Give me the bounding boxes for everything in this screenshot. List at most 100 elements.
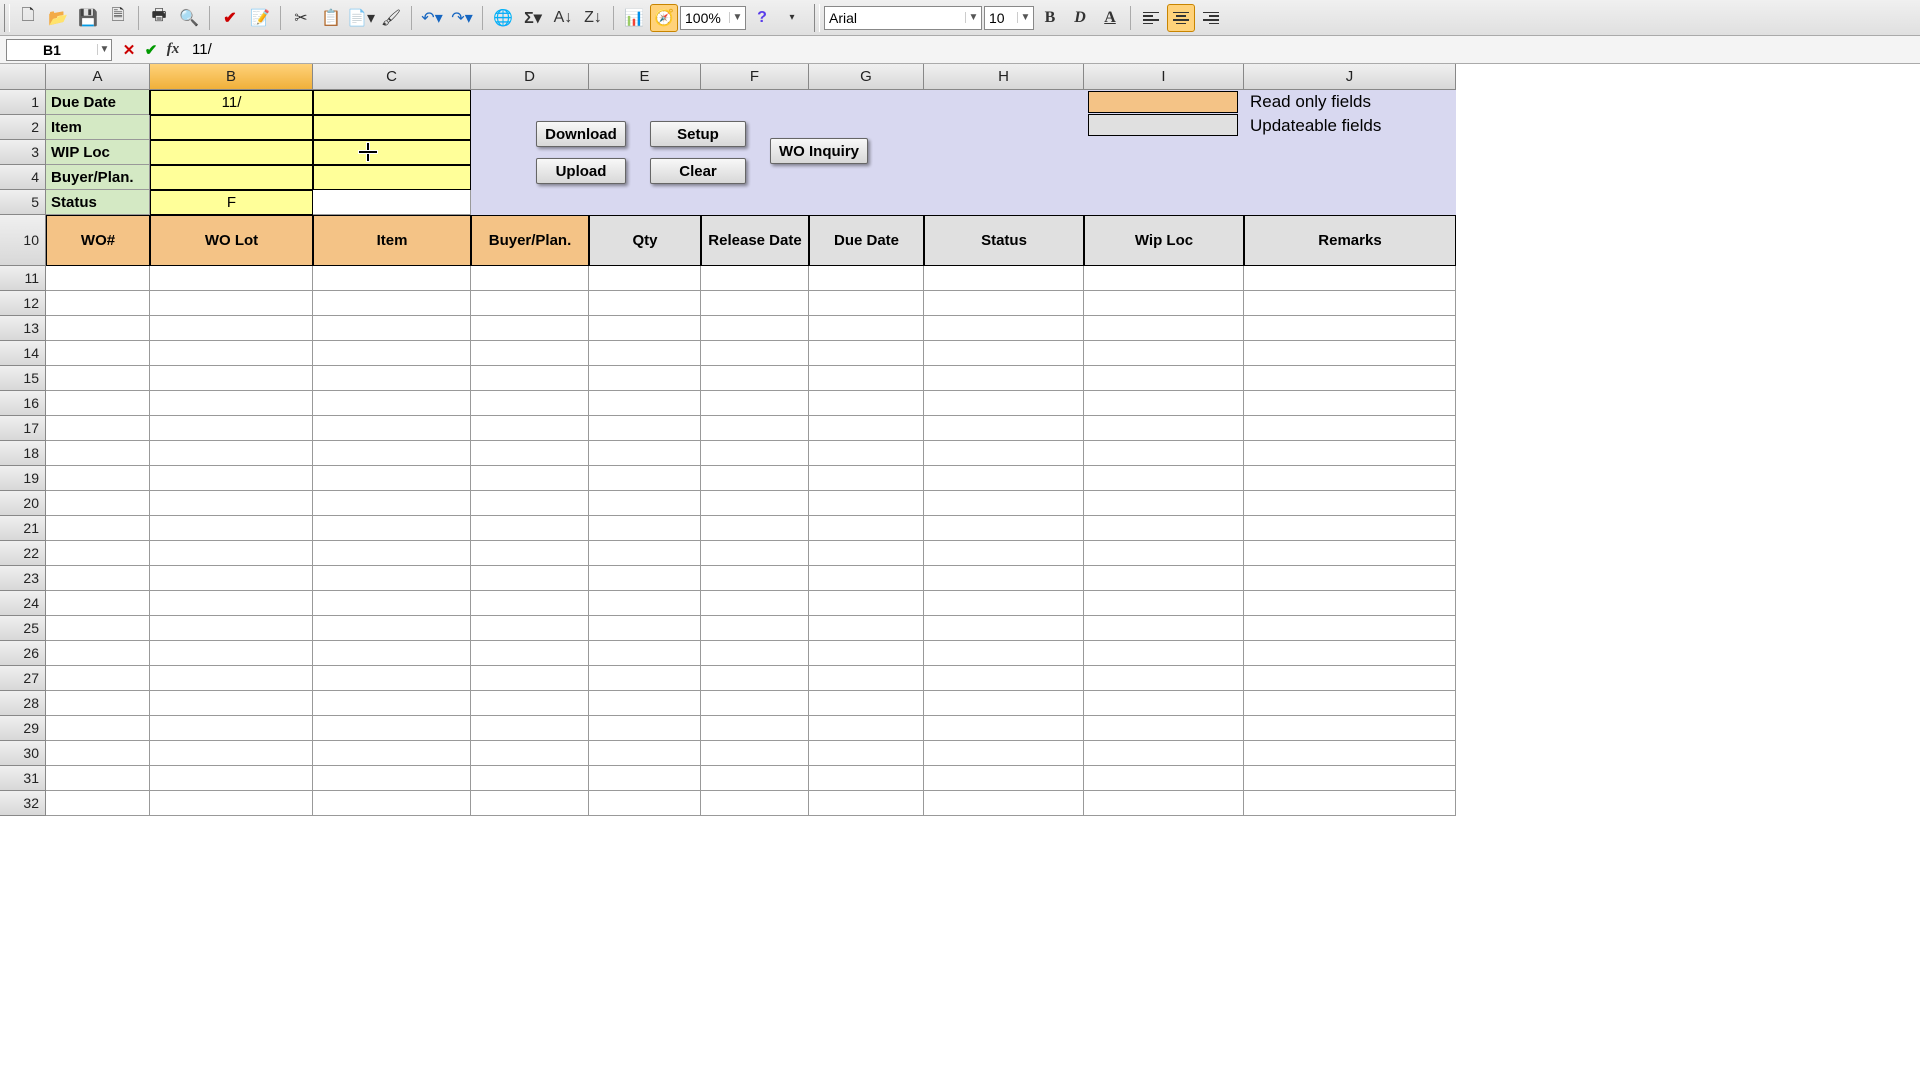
font-name-combo[interactable]: ▼ [824,6,982,30]
cell-B10[interactable]: WO Lot [150,215,313,266]
col-header-A[interactable]: A [46,64,150,90]
navigator-icon[interactable]: 🧭 [650,4,678,32]
cell-J32[interactable] [1244,791,1456,816]
cell-G32[interactable] [809,791,924,816]
row-header[interactable]: 10 [0,215,46,266]
row-header[interactable]: 23 [0,566,46,591]
clear-button[interactable]: Clear [650,158,746,184]
row-header[interactable]: 12 [0,291,46,316]
cell-I17[interactable] [1084,416,1244,441]
cell-C5[interactable] [313,190,471,215]
cell-A26[interactable] [46,641,150,666]
cell-B12[interactable] [150,291,313,316]
cell-A24[interactable] [46,591,150,616]
wo-inquiry-button[interactable]: WO Inquiry [770,138,868,164]
cell-E11[interactable] [589,266,701,291]
cell-G18[interactable] [809,441,924,466]
cell-G14[interactable] [809,341,924,366]
cell-C4[interactable] [313,165,471,190]
cell-I31[interactable] [1084,766,1244,791]
cell-I28[interactable] [1084,691,1244,716]
cell-G24[interactable] [809,591,924,616]
cell-F28[interactable] [701,691,809,716]
sort-asc-icon[interactable]: A↓ [549,4,577,32]
help-icon[interactable]: ? [748,4,776,32]
cell-A5[interactable]: Status [46,190,150,215]
cell-E32[interactable] [589,791,701,816]
cell-H25[interactable] [924,616,1084,641]
cell-B26[interactable] [150,641,313,666]
cell-I20[interactable] [1084,491,1244,516]
cell-E17[interactable] [589,416,701,441]
cell-G11[interactable] [809,266,924,291]
cell-H18[interactable] [924,441,1084,466]
row-header[interactable]: 32 [0,791,46,816]
cell-D10[interactable]: Buyer/Plan. [471,215,589,266]
cell-G22[interactable] [809,541,924,566]
cell-F26[interactable] [701,641,809,666]
cell-A1[interactable]: Due Date [46,90,150,115]
autospell-icon[interactable]: 📝 [246,4,274,32]
name-box-dropdown-icon[interactable]: ▼ [97,44,111,55]
cell-B4[interactable] [150,165,313,190]
cell-C25[interactable] [313,616,471,641]
chart-icon[interactable]: 📊 [620,4,648,32]
cell-H32[interactable] [924,791,1084,816]
cell-H28[interactable] [924,691,1084,716]
row-header[interactable]: 24 [0,591,46,616]
cut-icon[interactable]: ✂ [287,4,315,32]
name-box[interactable]: ▼ [6,39,112,61]
cell-H14[interactable] [924,341,1084,366]
export-pdf-icon[interactable]: 🗎 [104,4,132,32]
font-size-input[interactable] [985,10,1017,26]
print-preview-icon[interactable]: 🔍 [175,4,203,32]
cell-J25[interactable] [1244,616,1456,641]
cell-A30[interactable] [46,741,150,766]
cell-A21[interactable] [46,516,150,541]
cell-I12[interactable] [1084,291,1244,316]
cell-D22[interactable] [471,541,589,566]
setup-button[interactable]: Setup [650,121,746,147]
cell-B1[interactable]: 11/ [150,90,313,115]
cell-D28[interactable] [471,691,589,716]
cell-E10[interactable]: Qty [589,215,701,266]
cell-E21[interactable] [589,516,701,541]
cell-I11[interactable] [1084,266,1244,291]
cell-A3[interactable]: WIP Loc [46,140,150,165]
cell-J27[interactable] [1244,666,1456,691]
copy-icon[interactable]: 📋 [317,4,345,32]
cell-B2[interactable] [150,115,313,140]
toolbar-overflow-icon[interactable]: ▾ [778,4,806,32]
cell-G15[interactable] [809,366,924,391]
col-header-H[interactable]: H [924,64,1084,90]
cell-I10[interactable]: Wip Loc [1084,215,1244,266]
download-button[interactable]: Download [536,121,626,147]
cell-J31[interactable] [1244,766,1456,791]
cell-D17[interactable] [471,416,589,441]
cell-B32[interactable] [150,791,313,816]
cell-D29[interactable] [471,716,589,741]
row-header[interactable]: 1 [0,90,46,115]
cell-I23[interactable] [1084,566,1244,591]
cell-G13[interactable] [809,316,924,341]
cell-F14[interactable] [701,341,809,366]
cell-H20[interactable] [924,491,1084,516]
cell-H27[interactable] [924,666,1084,691]
cell-C12[interactable] [313,291,471,316]
cell-D32[interactable] [471,791,589,816]
cell-B13[interactable] [150,316,313,341]
row-header[interactable]: 18 [0,441,46,466]
cell-I5[interactable] [1084,190,1244,215]
cell-J23[interactable] [1244,566,1456,591]
accept-icon[interactable]: ✔ [140,39,162,61]
cell-G12[interactable] [809,291,924,316]
cell-G30[interactable] [809,741,924,766]
cell-A11[interactable] [46,266,150,291]
cell-C15[interactable] [313,366,471,391]
cell-J3[interactable] [1244,140,1456,165]
row-header[interactable]: 14 [0,341,46,366]
cell-I13[interactable] [1084,316,1244,341]
open-icon[interactable]: 📂 [44,4,72,32]
cell-B24[interactable] [150,591,313,616]
cell-C14[interactable] [313,341,471,366]
